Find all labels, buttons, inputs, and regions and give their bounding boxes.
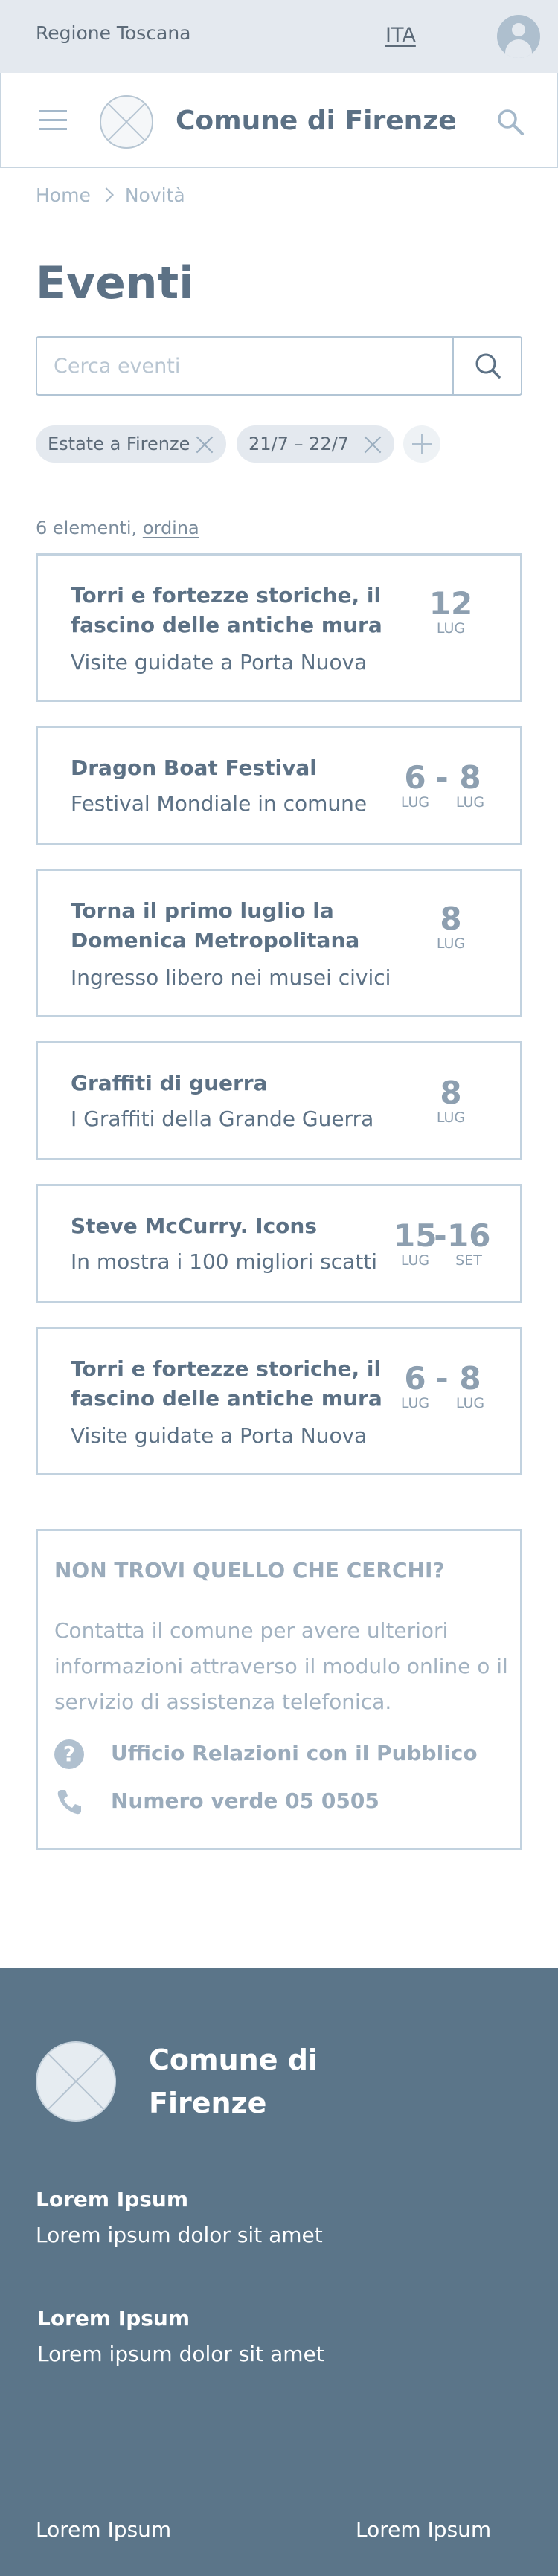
event-subtitle: Festival Mondiale in comune (71, 791, 368, 816)
footer-bottom-link[interactable]: Lorem Ipsum (356, 2517, 491, 2542)
site-title[interactable]: Comune di Firenze (176, 106, 457, 136)
results-count: 6 elementi, ordina (36, 518, 199, 538)
logo-placeholder[interactable] (100, 95, 153, 149)
footer-bottom-link[interactable]: Lorem Ipsum (36, 2517, 171, 2542)
top-utility-bar: Regione Toscana ITA (0, 0, 558, 73)
event-month: SET (455, 1252, 482, 1269)
contacts-box: NON TROVI QUELLO CHE CERCHI? Contatta il… (36, 1529, 522, 1850)
page-title: Eventi (36, 257, 194, 309)
event-date: 8 LUG (425, 1075, 477, 1126)
site-footer: Comune di Firenze Lorem Ipsum Lorem ipsu… (0, 1968, 558, 2576)
event-day: 8 (440, 901, 462, 937)
event-title: Torri e fortezze storiche, il fascino de… (71, 1356, 382, 1411)
chevron-right-icon (98, 187, 114, 202)
user-icon[interactable] (497, 15, 540, 58)
close-icon[interactable] (365, 437, 381, 453)
event-title: Steve McCurry. Icons (71, 1214, 318, 1238)
event-day: 8 (459, 759, 481, 796)
contact-link-label: Ufficio Relazioni con il Pubblico (111, 1741, 478, 1765)
event-date: 12 LUG (425, 585, 477, 637)
breadcrumb-home[interactable]: Home (36, 184, 91, 206)
search-input[interactable] (37, 338, 454, 394)
footer-title: Comune di Firenze (149, 2044, 318, 2119)
event-day: 8 (440, 1075, 462, 1111)
event-day: 16 (447, 1217, 491, 1254)
event-search (36, 336, 522, 396)
event-card[interactable]: Graffiti di guerra I Graffiti della Gran… (36, 1041, 522, 1160)
event-subtitle: I Graffiti della Grande Guerra (71, 1107, 374, 1131)
region-link[interactable]: Regione Toscana (36, 22, 190, 44)
event-month: LUG (436, 1110, 466, 1126)
event-subtitle: Visite guidate a Porta Nuova (71, 1423, 368, 1448)
event-end-date: 8 LUG (449, 1362, 492, 1411)
contacts-text: Contatta il comune per avere ulteriori i… (54, 1618, 508, 1714)
event-date: 8 LUG (425, 901, 477, 952)
footer-block-text[interactable]: Lorem ipsum dolor sit amet (37, 2342, 324, 2366)
event-subtitle: In mostra i 100 migliori scatti (71, 1249, 378, 1274)
event-title: Dragon Boat Festival (71, 756, 317, 780)
event-month: LUG (455, 1395, 485, 1411)
breadcrumb: Home Novità (36, 184, 185, 206)
event-subtitle: Visite guidate a Porta Nuova (71, 650, 368, 674)
event-day: 8 (459, 1360, 481, 1397)
filter-chip[interactable]: 21/7 – 22/7 (237, 425, 394, 463)
event-card[interactable]: Torri e fortezze storiche, il fascino de… (36, 553, 522, 702)
filter-chip[interactable]: Estate a Firenze (36, 425, 226, 463)
event-card[interactable]: Dragon Boat Festival Festival Mondiale i… (36, 726, 522, 845)
contact-link-phone[interactable]: Numero verde 05 0505 (54, 1787, 501, 1820)
event-title: Graffiti di guerra (71, 1071, 268, 1095)
breadcrumb-current: Novità (124, 184, 185, 206)
search-button[interactable] (452, 338, 521, 394)
chip-label: Estate a Firenze (48, 434, 190, 454)
chip-label: 21/7 – 22/7 (248, 434, 350, 454)
event-end-date: 16 SET (447, 1217, 491, 1269)
results-count-text: 6 elementi, (36, 518, 138, 538)
event-card[interactable]: Torri e fortezze storiche, il fascino de… (36, 1327, 522, 1475)
hamburger-icon[interactable] (39, 110, 67, 131)
footer-block-heading: Lorem Ipsum (37, 2306, 190, 2331)
event-title: Torna il primo luglio la Domenica Metrop… (71, 898, 360, 953)
contact-link-urp[interactable]: ? Ufficio Relazioni con il Pubblico (54, 1739, 501, 1772)
event-card[interactable]: Steve McCurry. Icons In mostra i 100 mig… (36, 1184, 522, 1303)
phone-icon (57, 1790, 81, 1815)
sort-link[interactable]: ordina (143, 518, 199, 538)
language-selector[interactable]: ITA (385, 24, 416, 47)
logo-placeholder[interactable] (36, 2041, 116, 2122)
contact-link-label: Numero verde 05 0505 (111, 1788, 379, 1813)
site-header: Comune di Firenze (0, 73, 558, 168)
plus-icon[interactable] (403, 425, 440, 463)
event-month: LUG (436, 936, 466, 952)
contacts-heading: NON TROVI QUELLO CHE CERCHI? (54, 1558, 445, 1582)
event-month: LUG (436, 620, 466, 637)
event-month: LUG (400, 1395, 430, 1411)
footer-block-heading: Lorem Ipsum (36, 2187, 189, 2212)
event-month: LUG (400, 1252, 430, 1269)
event-month: LUG (455, 794, 485, 811)
event-subtitle: Ingresso libero nei musei civici (71, 965, 391, 990)
search-icon[interactable] (496, 107, 525, 137)
question-icon: ? (54, 1739, 84, 1769)
search-icon (475, 353, 501, 379)
event-title: Torri e fortezze storiche, il fascino de… (71, 583, 382, 637)
event-day: 12 (429, 585, 473, 622)
footer-block-text[interactable]: Lorem ipsum dolor sit amet (36, 2223, 323, 2247)
close-icon[interactable] (196, 437, 213, 453)
event-end-date: 8 LUG (449, 759, 492, 811)
event-card[interactable]: Torna il primo luglio la Domenica Metrop… (36, 869, 522, 1017)
event-month: LUG (400, 794, 430, 811)
